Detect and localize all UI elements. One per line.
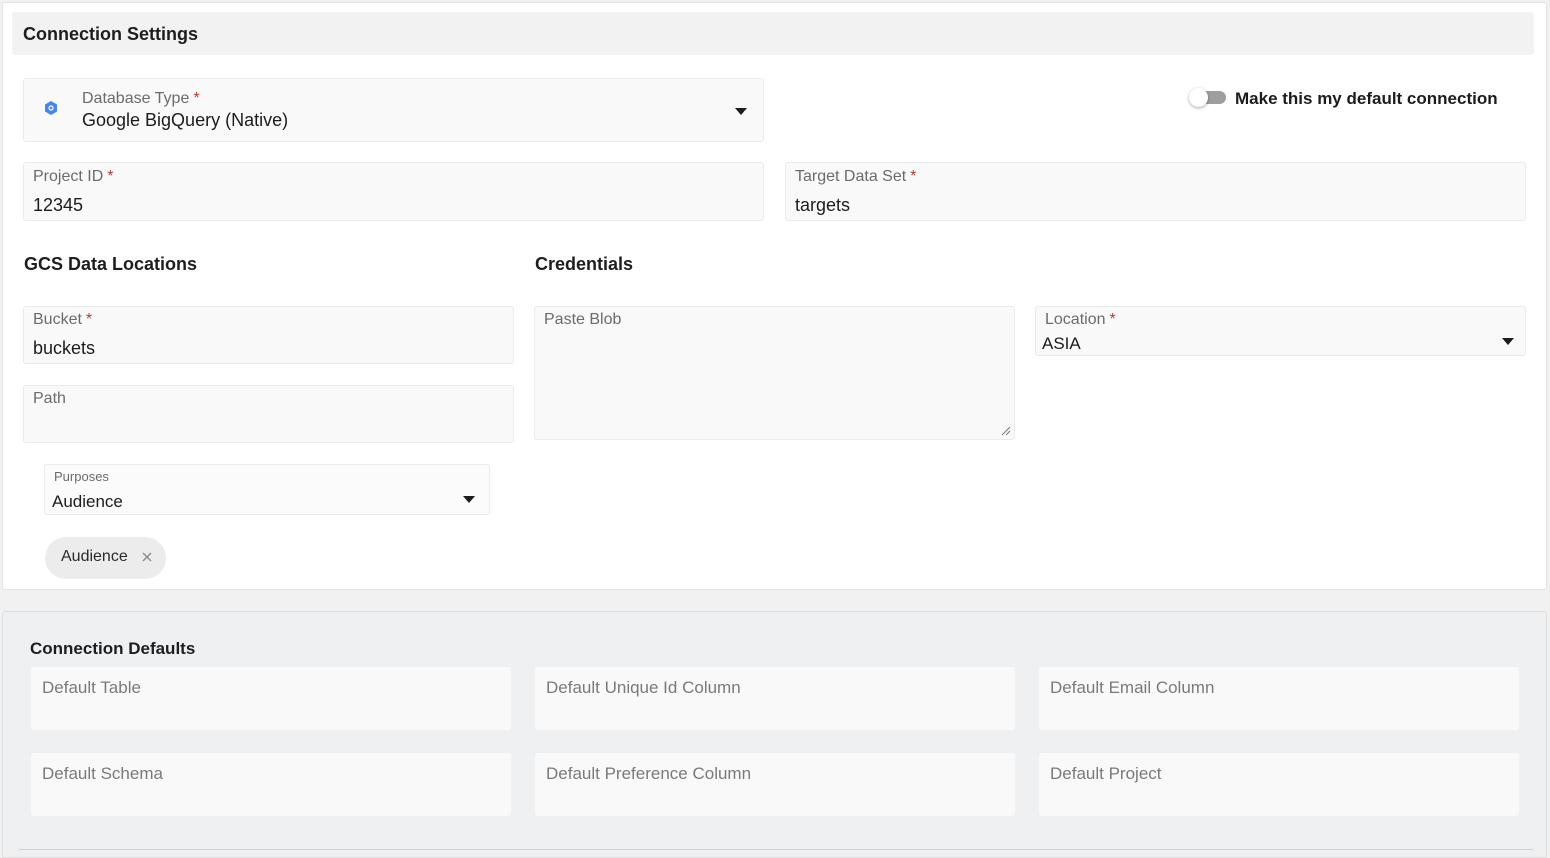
location-select[interactable]: Location * ASIA <box>1035 306 1526 356</box>
chip-label: Audience <box>61 548 128 565</box>
purposes-value: Audience <box>52 492 123 511</box>
location-value: ASIA <box>1042 334 1081 353</box>
project-id-label: Project ID * <box>33 168 114 185</box>
location-label: Location * <box>1045 311 1116 328</box>
bigquery-icon <box>45 101 57 115</box>
default-connection-label: Make this my default connection <box>1235 89 1498 108</box>
audience-chip: Audience <box>45 537 166 579</box>
database-type-value: Google BigQuery (Native) <box>82 110 289 130</box>
credentials-heading: Credentials <box>535 254 634 274</box>
required-mark: * <box>910 168 917 185</box>
default-table-field[interactable]: Default Table <box>31 667 511 730</box>
default-unique-id-column-label: Default Unique Id Column <box>546 678 741 697</box>
divider <box>19 849 1533 850</box>
default-project-field[interactable]: Default Project <box>1039 753 1519 816</box>
chevron-down-icon <box>1502 338 1514 345</box>
chevron-down-icon <box>735 108 747 115</box>
section-header: Connection Settings <box>12 12 1534 55</box>
path-label: Path <box>33 390 66 407</box>
connection-defaults-title: Connection Defaults <box>30 639 196 658</box>
paste-blob-textarea[interactable]: Paste Blob <box>534 306 1015 440</box>
default-project-label: Default Project <box>1050 764 1162 783</box>
project-id-value: 12345 <box>33 195 84 215</box>
path-field[interactable]: Path <box>23 385 514 443</box>
default-unique-id-column-field[interactable]: Default Unique Id Column <box>535 667 1015 730</box>
default-email-column-field[interactable]: Default Email Column <box>1039 667 1519 730</box>
bucket-field[interactable]: Bucket * buckets <box>23 306 514 364</box>
target-data-set-label: Target Data Set * <box>795 168 917 185</box>
default-schema-label: Default Schema <box>42 764 163 783</box>
close-icon[interactable] <box>140 550 154 564</box>
project-id-field[interactable]: Project ID * 12345 <box>23 162 764 221</box>
required-mark: * <box>107 168 114 185</box>
required-mark: * <box>85 311 93 328</box>
purposes-select[interactable]: Purposes Audience <box>44 464 490 515</box>
database-type-label: Database Type * <box>82 90 200 107</box>
bucket-label: Bucket * <box>33 311 93 328</box>
toggle-knob <box>1189 88 1208 107</box>
default-schema-field[interactable]: Default Schema <box>31 753 511 816</box>
target-data-set-field[interactable]: Target Data Set * targets <box>785 162 1526 221</box>
purposes-label: Purposes <box>54 469 109 484</box>
target-data-set-value: targets <box>795 195 851 215</box>
default-preference-column-field[interactable]: Default Preference Column <box>535 753 1015 816</box>
default-email-column-label: Default Email Column <box>1050 678 1215 697</box>
default-table-label: Default Table <box>42 678 141 697</box>
paste-blob-placeholder: Paste Blob <box>544 311 622 328</box>
section-title: Connection Settings <box>23 24 198 44</box>
chevron-down-icon <box>463 496 475 503</box>
resize-handle-icon[interactable] <box>1001 426 1011 436</box>
default-preference-column-label: Default Preference Column <box>546 764 752 783</box>
database-type-select[interactable]: Database Type * Google BigQuery (Native) <box>23 78 764 142</box>
gcs-data-locations-heading: GCS Data Locations <box>24 254 198 274</box>
connection-defaults-card: Connection Defaults Default Table Defaul… <box>2 611 1547 858</box>
required-mark: * <box>193 90 200 107</box>
required-mark: * <box>1109 311 1116 328</box>
bucket-value: buckets <box>33 338 96 358</box>
